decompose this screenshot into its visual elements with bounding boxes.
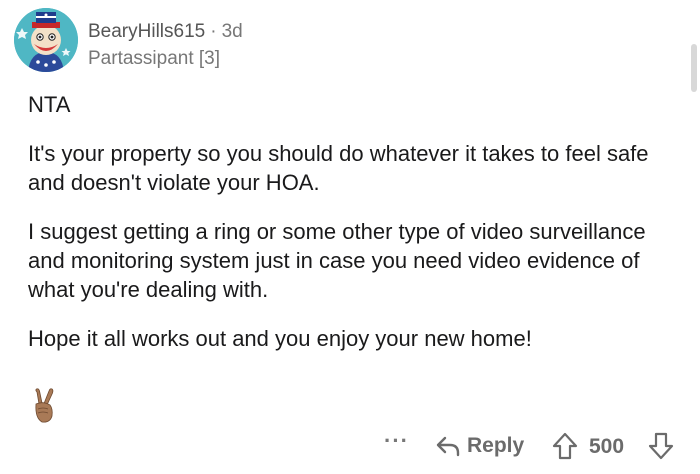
downvote-button[interactable] — [648, 432, 674, 465]
comment-header: BearyHills615 · 3d — [88, 20, 243, 45]
comment-paragraph: NTA — [28, 92, 71, 117]
arrow-down-icon — [648, 432, 674, 460]
vote-score: 500 — [589, 435, 625, 458]
comment-paragraph: Hope it all works out and you enjoy your… — [28, 326, 532, 351]
upvote-button[interactable] — [552, 432, 578, 465]
reply-button[interactable]: Reply — [435, 432, 524, 460]
comment: BearyHills615 · 3d Partassipant [3] NTA It… — [0, 0, 700, 474]
comment-body: NTA It's your property so you should do … — [28, 90, 683, 373]
avatar-illustration-icon — [14, 8, 78, 72]
comment-age: 3d — [221, 21, 243, 42]
user-flair: Partassipant [3] — [88, 48, 221, 69]
scrollbar-thumb[interactable] — [691, 44, 697, 92]
comment-paragraph: I suggest getting a ring or some other t… — [28, 219, 646, 302]
reply-label: Reply — [467, 434, 525, 457]
more-options-button[interactable]: ··· — [384, 428, 409, 454]
reply-arrow-icon — [436, 436, 460, 457]
author-username[interactable]: BearyHills615 — [88, 21, 205, 42]
comment-paragraph: It's your property so you should do what… — [28, 141, 649, 195]
arrow-up-icon — [552, 432, 578, 460]
avatar[interactable] — [14, 8, 78, 72]
meta-separator: · — [210, 21, 217, 42]
comment-actions-bar: ··· Reply 500 — [0, 428, 700, 464]
peace-hand-emoji-icon — [28, 388, 58, 424]
